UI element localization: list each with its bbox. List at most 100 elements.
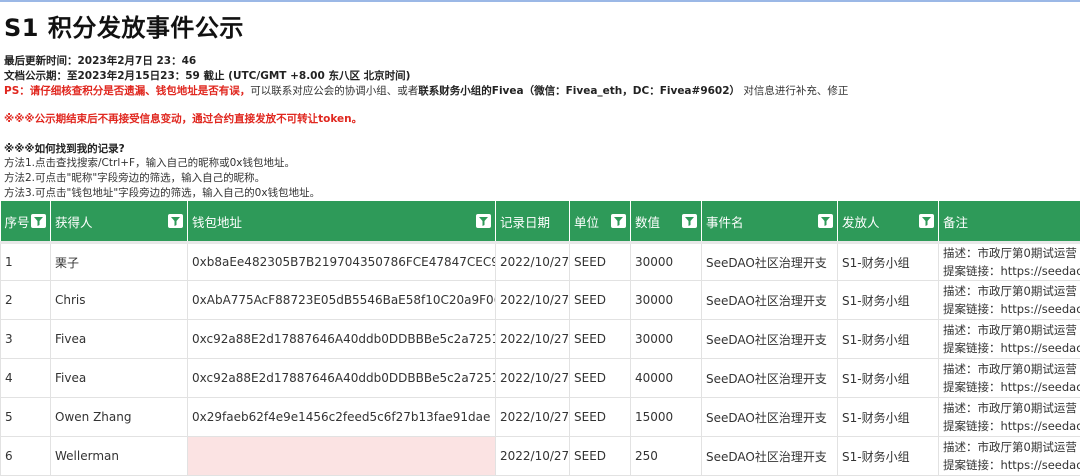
ps-middle: 可以联系对应公会的协调小组、或者	[250, 85, 419, 97]
cell-recipient[interactable]: Wellerman	[50, 436, 188, 476]
table-row[interactable]: 5 Owen Zhang 0x29faeb62f4e9e1456c2feed5c…	[0, 397, 1080, 437]
filter-icon[interactable]	[818, 214, 833, 228]
cell-value[interactable]: 30000	[630, 280, 702, 320]
cell-value[interactable]: 30000	[630, 241, 702, 281]
col-header-unit: 单位	[569, 201, 631, 243]
cell-wallet[interactable]: 0xc92a88E2d17887646A40ddb0DDBBBe5c2a7251…	[187, 319, 496, 359]
records-table: 序号 获得人 钱包地址 记录日期 单位 数值 事件名 发放人 备注 1 栗子 0…	[0, 201, 1080, 476]
col-header-issuer: 发放人	[837, 201, 939, 243]
cell-event[interactable]: SeeDAO社区治理开支	[701, 358, 838, 398]
remark-link: 提案链接：https://seedao	[943, 341, 1080, 355]
cell-unit[interactable]: SEED	[569, 397, 631, 437]
col-label-event: 事件名	[706, 214, 744, 230]
table-header-row: 序号 获得人 钱包地址 记录日期 单位 数值 事件名 发放人 备注	[0, 201, 1080, 243]
col-label-value: 数值	[635, 214, 661, 230]
cell-no[interactable]: 5	[0, 397, 51, 437]
cell-no[interactable]: 4	[0, 358, 51, 398]
cell-date[interactable]: 2022/10/27	[495, 358, 570, 398]
cell-remark[interactable]: 描述：市政厅第0期试运营 提案链接：https://seedao	[938, 436, 1080, 476]
cell-wallet[interactable]: 0xb8aEe482305B7B219704350786FCE47847CEC9…	[187, 241, 496, 281]
cell-wallet-empty[interactable]	[187, 436, 496, 476]
cell-remark[interactable]: 描述：市政厅第0期试运营 提案链接：https://seedao	[938, 241, 1080, 281]
warning-notice: ※※※公示期结束后不再接受信息变动，通过合约直接发放不可转让token。	[4, 113, 363, 125]
col-header-value: 数值	[630, 201, 702, 243]
cell-remark[interactable]: 描述：市政厅第0期试运营 提案链接：https://seedao	[938, 319, 1080, 359]
remark-link: 提案链接：https://seedao	[943, 419, 1080, 433]
cell-wallet[interactable]: 0x29faeb62f4e9e1456c2feed5c6f27b13fae91d…	[187, 397, 496, 437]
cell-issuer[interactable]: S1-财务小组	[837, 436, 939, 476]
cell-issuer[interactable]: S1-财务小组	[837, 358, 939, 398]
cell-recipient[interactable]: 栗子	[50, 241, 188, 281]
cell-unit[interactable]: SEED	[569, 241, 631, 281]
filter-icon[interactable]	[919, 214, 934, 228]
top-border	[0, 0, 1080, 2]
table-row[interactable]: 1 栗子 0xb8aEe482305B7B219704350786FCE4784…	[0, 241, 1080, 281]
table-row[interactable]: 2 Chris 0xAbA775AcF88723E05dB5546BaE58f1…	[0, 280, 1080, 320]
cell-date[interactable]: 2022/10/27	[495, 436, 570, 476]
cell-recipient[interactable]: Fivea	[50, 358, 188, 398]
ps-contact: 联系财务小组的Fivea（微信：Fivea_eth，DC：Fivea#9602）	[418, 85, 741, 97]
remark-description: 描述：市政厅第0期试运营	[943, 440, 1077, 454]
howto-method-3: 方法3.可点击"钱包地址"字段旁边的筛选，输入自己的0x钱包地址。	[4, 187, 321, 199]
cell-issuer[interactable]: S1-财务小组	[837, 280, 939, 320]
cell-value[interactable]: 250	[630, 436, 702, 476]
cell-issuer[interactable]: S1-财务小组	[837, 319, 939, 359]
filter-icon[interactable]	[31, 214, 46, 228]
col-header-recipient: 获得人	[50, 201, 188, 243]
cell-issuer[interactable]: S1-财务小组	[837, 241, 939, 281]
cell-recipient[interactable]: Owen Zhang	[50, 397, 188, 437]
remark-description: 描述：市政厅第0期试运营	[943, 401, 1077, 415]
filter-icon[interactable]	[682, 214, 697, 228]
cell-wallet[interactable]: 0xc92a88E2d17887646A40ddb0DDBBBe5c2a7251…	[187, 358, 496, 398]
cell-unit[interactable]: SEED	[569, 319, 631, 359]
cell-remark[interactable]: 描述：市政厅第0期试运营 提案链接：https://seedao	[938, 397, 1080, 437]
howto-title: ※※※如何找到我的记录?	[4, 143, 125, 155]
remark-link: 提案链接：https://seedao	[943, 380, 1080, 394]
ps-prefix: PS：请仔细核查积分是否遗漏、钱包地址是否有误，	[4, 85, 251, 97]
cell-remark[interactable]: 描述：市政厅第0期试运营 提案链接：https://seedao	[938, 280, 1080, 320]
col-label-date: 记录日期	[500, 214, 551, 230]
filter-icon[interactable]	[476, 214, 491, 228]
remark-description: 描述：市政厅第0期试运营	[943, 362, 1077, 376]
remark-link: 提案链接：https://seedao	[943, 458, 1080, 472]
cell-recipient[interactable]: Fivea	[50, 319, 188, 359]
cell-date[interactable]: 2022/10/27	[495, 397, 570, 437]
filter-icon[interactable]	[168, 214, 183, 228]
remark-description: 描述：市政厅第0期试运营	[943, 246, 1077, 260]
table-row[interactable]: 6 Wellerman 2022/10/27 SEED 250 SeeDAO社区…	[0, 436, 1080, 476]
col-header-no: 序号	[0, 201, 51, 243]
cell-unit[interactable]: SEED	[569, 280, 631, 320]
cell-no[interactable]: 3	[0, 319, 51, 359]
cell-no[interactable]: 6	[0, 436, 51, 476]
cell-event[interactable]: SeeDAO社区治理开支	[701, 436, 838, 476]
col-label-no: 序号	[4, 214, 30, 230]
col-header-date: 记录日期	[495, 201, 570, 243]
col-header-remark: 备注	[938, 201, 1080, 243]
cell-value[interactable]: 30000	[630, 319, 702, 359]
cell-remark[interactable]: 描述：市政厅第0期试运营 提案链接：https://seedao	[938, 358, 1080, 398]
table-row[interactable]: 4 Fivea 0xc92a88E2d17887646A40ddb0DDBBBe…	[0, 358, 1080, 398]
cell-issuer[interactable]: S1-财务小组	[837, 397, 939, 437]
howto-method-2: 方法2.可点击"昵称"字段旁边的筛选，输入自己的昵称。	[4, 172, 266, 184]
cell-unit[interactable]: SEED	[569, 358, 631, 398]
cell-date[interactable]: 2022/10/27	[495, 319, 570, 359]
cell-no[interactable]: 2	[0, 280, 51, 320]
col-header-event: 事件名	[701, 201, 838, 243]
col-label-recipient: 获得人	[55, 214, 93, 230]
cell-event[interactable]: SeeDAO社区治理开支	[701, 280, 838, 320]
cell-event[interactable]: SeeDAO社区治理开支	[701, 241, 838, 281]
cell-date[interactable]: 2022/10/27	[495, 241, 570, 281]
cell-no[interactable]: 1	[0, 241, 51, 281]
cell-event[interactable]: SeeDAO社区治理开支	[701, 397, 838, 437]
cell-value[interactable]: 40000	[630, 358, 702, 398]
remark-description: 描述：市政厅第0期试运营	[943, 323, 1077, 337]
cell-recipient[interactable]: Chris	[50, 280, 188, 320]
cell-value[interactable]: 15000	[630, 397, 702, 437]
cell-unit[interactable]: SEED	[569, 436, 631, 476]
cell-wallet[interactable]: 0xAbA775AcF88723E05dB5546BaE58f10C20a9F0…	[187, 280, 496, 320]
records-table-wrap: 序号 获得人 钱包地址 记录日期 单位 数值 事件名 发放人 备注 1 栗子 0…	[0, 201, 1080, 476]
cell-date[interactable]: 2022/10/27	[495, 280, 570, 320]
cell-event[interactable]: SeeDAO社区治理开支	[701, 319, 838, 359]
filter-icon[interactable]	[611, 214, 626, 228]
table-row[interactable]: 3 Fivea 0xc92a88E2d17887646A40ddb0DDBBBe…	[0, 319, 1080, 359]
